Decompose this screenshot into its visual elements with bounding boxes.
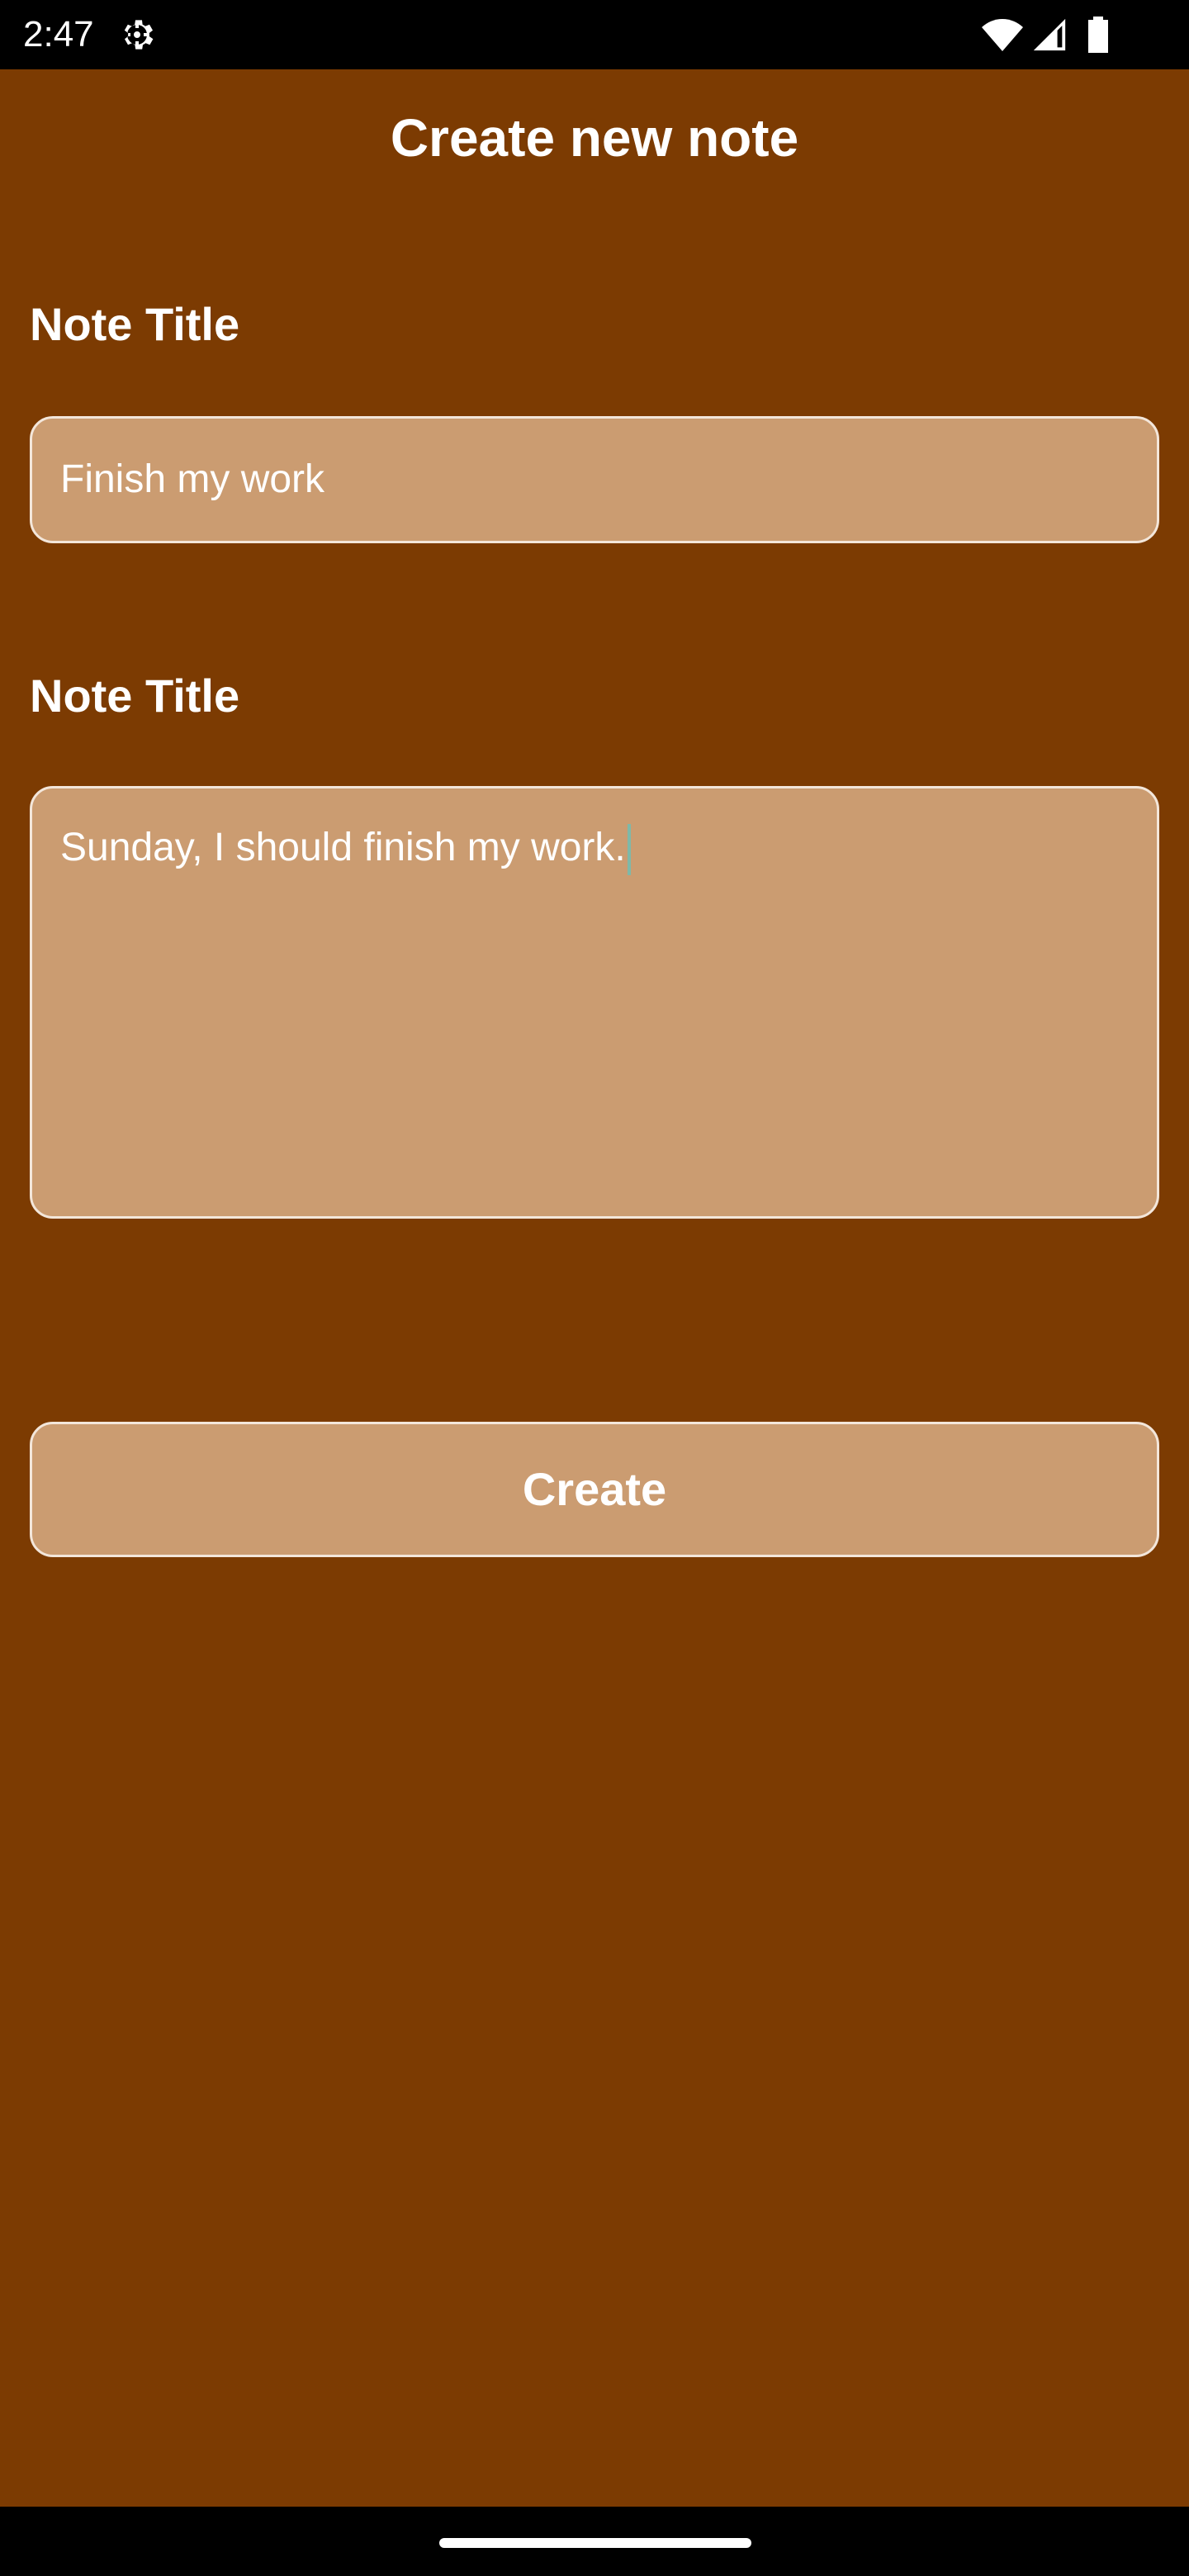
text-caret [627, 824, 631, 876]
settings-gear-icon [124, 20, 154, 50]
cell-signal-icon [1033, 18, 1066, 51]
note-content-value: Sunday, I should finish my work. [60, 826, 626, 869]
create-button[interactable]: Create [30, 1422, 1159, 1557]
status-time: 2:47 [23, 14, 94, 54]
note-title-value: Finish my work [60, 457, 325, 501]
page-title: Create new note [390, 108, 799, 168]
battery-icon [1088, 17, 1108, 53]
title-label: Note Title [30, 298, 240, 350]
note-content-input[interactable]: Sunday, I should finish my work. [30, 786, 1159, 1219]
status-bar: 2:47 [0, 0, 1189, 69]
note-title-input[interactable]: Finish my work [30, 416, 1159, 543]
wifi-icon [982, 19, 1023, 51]
home-indicator[interactable] [439, 2538, 751, 2548]
navigation-bar [0, 2507, 1189, 2576]
content-label: Note Title [30, 670, 240, 722]
